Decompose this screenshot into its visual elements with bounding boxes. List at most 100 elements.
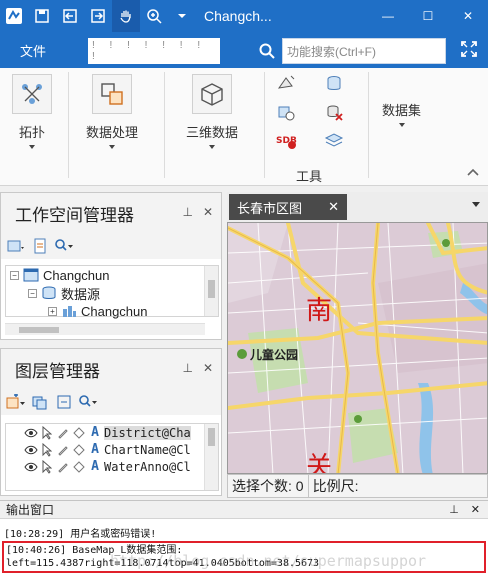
topology-group[interactable]: 拓扑: [12, 74, 52, 149]
pin-icon[interactable]: ⊥: [182, 361, 192, 375]
tab-list-dropdown-icon[interactable]: [472, 202, 480, 207]
layer-label: District@Cha: [104, 425, 191, 440]
close-icon[interactable]: ✕: [328, 199, 339, 215]
log-line: [10:28:29] 用户名或密码错误!: [4, 528, 157, 540]
tree-item[interactable]: + Changchun: [6, 302, 218, 320]
visible-eye-icon[interactable]: [24, 426, 38, 440]
chevron-down-icon: [209, 145, 215, 149]
search-icon[interactable]: [53, 235, 75, 257]
text-layer-icon: A: [91, 459, 99, 474]
close-icon[interactable]: ✕: [471, 503, 480, 516]
data-processing-icon: [92, 74, 132, 114]
ribbon: 拓扑 数据处理 三维数据 SDB 工具 数据集: [0, 68, 488, 186]
import-icon[interactable]: [56, 0, 84, 32]
layer-panel: 图层管理器 ⊥ ✕ A District@Cha A ChartName@Cl …: [0, 348, 222, 496]
snappable-icon[interactable]: [72, 426, 86, 440]
settings-tool-icon[interactable]: [274, 100, 298, 124]
sdb-tool-icon[interactable]: SDB: [274, 128, 298, 152]
open-workspace-icon[interactable]: [5, 235, 27, 257]
dropdown-arrow-icon[interactable]: [168, 0, 196, 32]
save-icon[interactable]: [28, 0, 56, 32]
tools-label: 工具: [296, 169, 323, 184]
pan-hand-icon[interactable]: [112, 0, 140, 32]
add-layer-icon[interactable]: [5, 391, 27, 413]
ribbon-tabs-text: ! ! ! ! ! ! ! !: [92, 40, 207, 62]
ribbon-tabs[interactable]: ! ! ! ! ! ! ! !: [88, 38, 220, 64]
editable-pencil-icon[interactable]: [56, 443, 70, 457]
fullscreen-icon[interactable]: [460, 40, 478, 58]
workspace-panel-header: 工作空间管理器 ⊥ ✕: [1, 193, 221, 233]
maximize-button[interactable]: ☐: [408, 0, 448, 32]
layer-row[interactable]: A ChartName@Cl: [6, 441, 218, 458]
layers-tool-icon[interactable]: [322, 128, 346, 152]
search-icon[interactable]: [258, 42, 276, 60]
snappable-icon[interactable]: [72, 443, 86, 457]
selectable-cursor-icon[interactable]: [40, 459, 54, 474]
topology-label: 拓扑: [18, 125, 45, 140]
expand-icon[interactable]: +: [48, 306, 57, 316]
editable-pencil-icon[interactable]: [56, 460, 70, 474]
3d-data-icon: [192, 74, 232, 114]
text-layer-icon: A: [91, 425, 99, 440]
export-icon[interactable]: [84, 0, 112, 32]
3d-data-group[interactable]: 三维数据: [186, 74, 238, 149]
search-input[interactable]: 功能搜索(Ctrl+F): [282, 38, 446, 64]
layer-label: ChartName@Cl: [104, 442, 191, 457]
topology-icon: [12, 74, 52, 114]
app-logo-icon[interactable]: [0, 0, 28, 32]
selectable-cursor-icon[interactable]: [40, 442, 54, 457]
tree-item[interactable]: − 数据源: [6, 284, 218, 302]
map-tab-label: 长春市区图: [237, 200, 303, 216]
map-canvas[interactable]: 南 儿童公园 关: [228, 223, 488, 474]
map-tab-strip: 长春市区图 ✕: [227, 192, 488, 222]
tools-grid: SDB: [274, 72, 358, 156]
dataset-group[interactable]: 数据集: [382, 92, 421, 127]
collapse-icon[interactable]: −: [28, 288, 37, 298]
zoom-in-icon[interactable]: [140, 0, 168, 32]
collapse-icon[interactable]: −: [10, 270, 19, 280]
minimize-button[interactable]: —: [368, 0, 408, 32]
tree-item-label: 数据源: [61, 286, 101, 302]
layer-toolbar: [1, 389, 221, 415]
chevron-down-icon: [398, 123, 405, 127]
pin-icon[interactable]: ⊥: [182, 205, 192, 219]
data-processing-group[interactable]: 数据处理: [86, 74, 138, 149]
workspace-tree-hscrollbar[interactable]: [5, 323, 205, 335]
selectable-cursor-icon[interactable]: [40, 425, 54, 440]
layer-list-scrollbar[interactable]: [204, 424, 218, 490]
clear-tool-icon[interactable]: [322, 100, 346, 124]
layer-row[interactable]: A District@Cha: [6, 424, 218, 441]
close-icon[interactable]: ✕: [203, 205, 213, 219]
title-bar: Changch... — ☐ ✕: [0, 0, 488, 32]
close-icon[interactable]: ✕: [203, 361, 213, 375]
file-menu[interactable]: 文件: [0, 32, 66, 68]
map-view[interactable]: 南 儿童公园 关: [227, 222, 488, 474]
workspace-toolbar: [1, 233, 221, 259]
collapse-ribbon-icon[interactable]: [466, 167, 480, 177]
log-line-highlighted: [10:40:26] BaseMap_L数据集范围: left=115.4387…: [2, 541, 486, 573]
layer-label: WaterAnno@Cl: [104, 459, 191, 474]
menu-bar: 文件 ! ! ! ! ! ! ! ! 功能搜索(Ctrl+F): [0, 32, 488, 68]
visible-eye-icon[interactable]: [24, 460, 38, 474]
database-tool-icon[interactable]: [322, 72, 346, 96]
minimize-icon: —: [382, 9, 394, 23]
layer-properties-icon[interactable]: [53, 391, 75, 413]
snappable-icon[interactable]: [72, 460, 86, 474]
layer-group-icon[interactable]: [29, 391, 51, 413]
workspace-doc-icon[interactable]: [29, 235, 51, 257]
map-tab[interactable]: 长春市区图 ✕: [229, 194, 347, 220]
visible-eye-icon[interactable]: [24, 443, 38, 457]
layer-row[interactable]: A WaterAnno@Cl: [6, 458, 218, 475]
editable-pencil-icon[interactable]: [56, 426, 70, 440]
search-icon[interactable]: [77, 391, 99, 413]
tree-item[interactable]: − Changchun: [6, 266, 218, 284]
workspace-icon: [23, 268, 39, 282]
pin-icon[interactable]: ⊥: [449, 503, 459, 516]
scale-label: 比例尺:: [312, 478, 359, 494]
output-log[interactable]: [10:28:29] 用户名或密码错误! [10:40:26] BaseMap_…: [2, 523, 486, 573]
tree-item-label: Changchun: [81, 303, 148, 319]
workspace-tree-scrollbar[interactable]: [204, 266, 218, 316]
dataset-label: 数据集: [382, 103, 422, 118]
edit-tool-icon[interactable]: [274, 72, 298, 96]
close-button[interactable]: ✕: [448, 0, 488, 32]
